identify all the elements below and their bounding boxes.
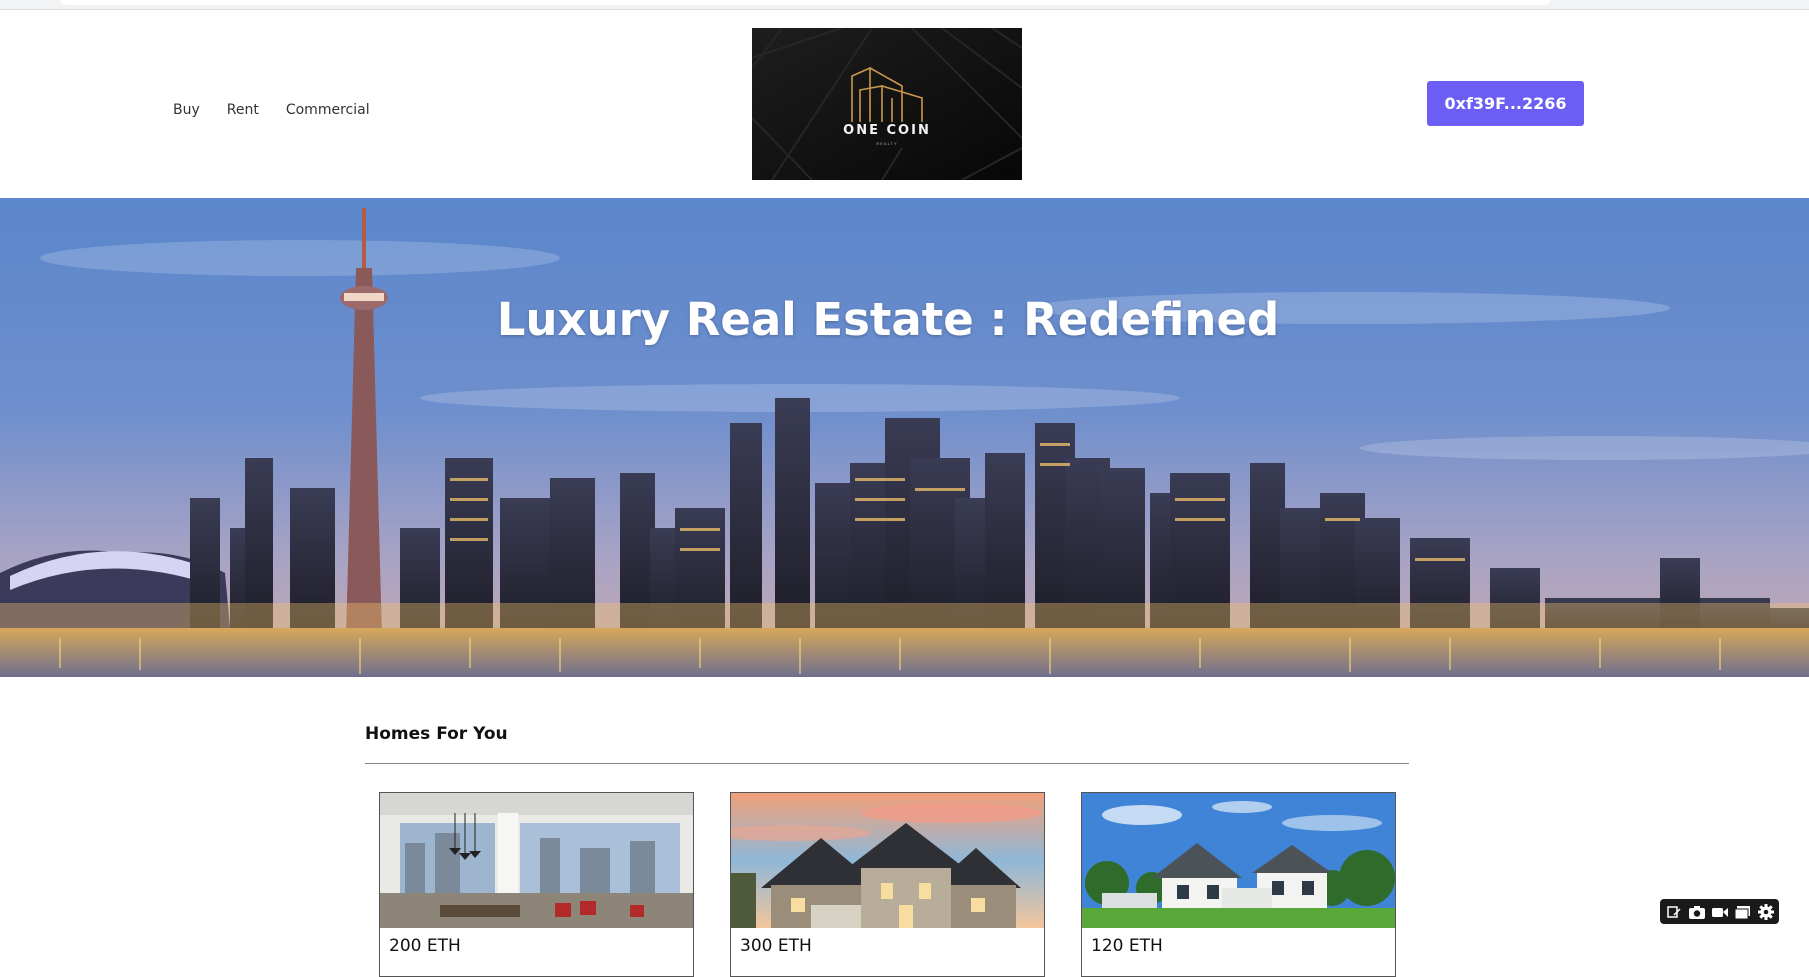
listing-price: 200 ETH: [389, 936, 461, 956]
section-title: Homes For You: [365, 724, 508, 744]
listing-card[interactable]: 120 ETH: [1081, 792, 1396, 977]
nav-buy-link[interactable]: Buy: [173, 102, 200, 118]
wallet-address-button[interactable]: 0xf39F...2266: [1427, 81, 1584, 126]
hero-banner: Luxury Real Estate : Redefined: [0, 198, 1809, 677]
city-skyline-image: [0, 198, 1809, 677]
main-nav: Buy Rent Commercial: [173, 102, 370, 118]
browser-tab-edge: [60, 0, 1550, 5]
nav-rent-link[interactable]: Rent: [227, 102, 259, 118]
floating-capture-toolbar: [1660, 899, 1779, 924]
listing-image-interior: [380, 793, 693, 928]
listing-image-white-house: [1082, 793, 1395, 928]
listing-price: 120 ETH: [1091, 936, 1163, 956]
listing-card[interactable]: 200 ETH: [379, 792, 694, 977]
camera-icon[interactable]: [1687, 902, 1706, 922]
listing-image-house-sunset: [731, 793, 1044, 928]
one-coin-logo[interactable]: ONE COIN REALTY: [752, 28, 1022, 180]
logo-background: [752, 28, 1022, 180]
browser-tab-strip: [0, 0, 1809, 10]
logo-wordmark: ONE COIN: [843, 123, 931, 138]
section-divider: [365, 763, 1409, 764]
nav-commercial-link[interactable]: Commercial: [286, 102, 370, 118]
gear-icon[interactable]: [1756, 902, 1775, 922]
hero-title: Luxury Real Estate : Redefined: [496, 293, 1280, 346]
screenshot-edit-icon[interactable]: [1664, 902, 1683, 922]
logo-subtext: REALTY: [876, 141, 898, 146]
site-header: Buy Rent Commercial ONE COIN REALTY 0xf3…: [0, 10, 1809, 198]
video-icon[interactable]: [1710, 902, 1729, 922]
window-icon[interactable]: [1733, 902, 1752, 922]
listing-price: 300 ETH: [740, 936, 812, 956]
listing-card[interactable]: 300 ETH: [730, 792, 1045, 977]
